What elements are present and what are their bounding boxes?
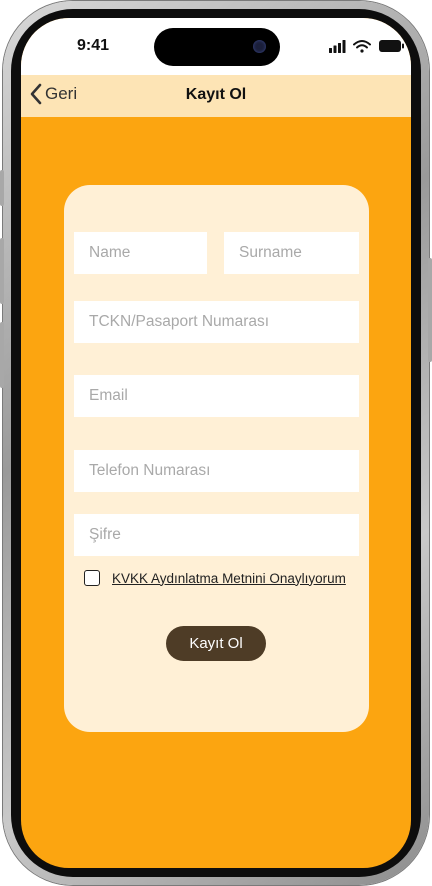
- wifi-icon: [353, 40, 371, 53]
- email-input[interactable]: [74, 375, 359, 417]
- camera-icon: [253, 40, 266, 53]
- navigation-bar: Geri Kayıt Ol: [21, 75, 411, 117]
- signal-icon: [329, 40, 346, 53]
- kvkk-link[interactable]: KVKK Aydınlatma Metnini Onaylıyorum: [112, 571, 346, 586]
- status-time: 9:41: [77, 37, 110, 54]
- volume-down-button: [0, 322, 4, 388]
- kvkk-checkbox[interactable]: [84, 570, 100, 586]
- name-input[interactable]: [74, 232, 207, 274]
- id-number-input[interactable]: [74, 301, 359, 343]
- mute-switch: [0, 170, 4, 206]
- dynamic-island: [154, 28, 280, 66]
- power-button: [428, 258, 432, 362]
- surname-input[interactable]: [224, 232, 359, 274]
- battery-icon: [379, 40, 404, 52]
- volume-up-button: [0, 238, 4, 304]
- password-input[interactable]: [74, 514, 359, 556]
- app-screen: 9:41 Geri Kayıt Ol Name Surname TCKN/Pas…: [21, 18, 411, 868]
- status-bar: 9:41: [21, 18, 411, 75]
- register-form-card: KVKK Aydınlatma Metnini Onaylıyorum Kayı…: [64, 185, 369, 732]
- kvkk-consent: KVKK Aydınlatma Metnini Onaylıyorum: [84, 570, 346, 586]
- status-icons: [329, 40, 404, 53]
- page-title: Kayıt Ol: [185, 86, 247, 103]
- register-button[interactable]: Kayıt Ol: [166, 626, 266, 661]
- phone-input[interactable]: [74, 450, 359, 492]
